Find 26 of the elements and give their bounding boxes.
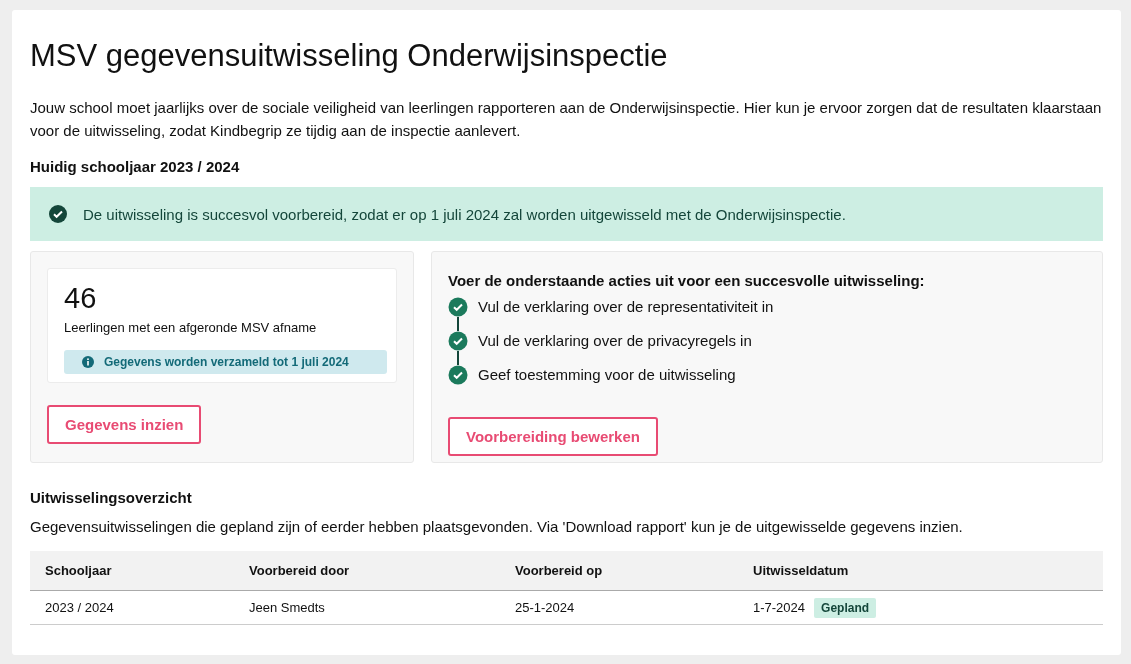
actions-heading: Voer de onderstaande acties uit voor een succesvolle uitwisseling: <box>448 272 925 289</box>
alert-text: De uitwisseling is succesvol voorbereid, zodat er op 1 juli 2024 zal worden uitgewisseld met de Onderwijsinspectie. <box>83 205 846 223</box>
intro-text: Jouw school moet jaarlijks over de sociale veiligheid van leerlingen rapporteren aan de Onderwijsinspectie. Hier kun je ervoor zorgen dat de resultaten klaarstaan voor de uitwisseling, zodat Kindbegrip ze tijdig aan de inspectie aanlevert. <box>30 98 1103 141</box>
stat-value: 46 <box>64 281 98 315</box>
step-label: Geef toestemming voor de uitwisseling <box>478 365 736 385</box>
step-label: Vul de verklaring over de representativiteit in <box>478 297 774 317</box>
info-icon <box>82 356 94 368</box>
table-cell: 25-1-2024 <box>515 600 575 615</box>
column-header: Voorbereid door <box>234 551 500 591</box>
edit-preparation-button[interactable]: Voorbereiding bewerken <box>448 417 658 456</box>
column-header: Schooljaar <box>30 551 234 591</box>
table-cell: 1-7-2024 <box>753 600 806 615</box>
section-heading: Uitwisselingsoverzicht <box>30 489 193 506</box>
table-cell: 2023 / 2024 <box>45 600 114 615</box>
step-label: Vul de verklaring over de privacyregels in <box>478 331 752 351</box>
section-heading: Huidig schooljaar 2023 / 2024 <box>30 158 241 175</box>
column-header: Voorbereid op <box>500 551 738 591</box>
view-data-button[interactable]: Gegevens inzien <box>47 405 202 444</box>
status-tag: Gepland <box>814 598 877 618</box>
column-header: Uitwisseldatum <box>738 551 1103 591</box>
info-text: Gegevens worden verzameld tot 1 juli 2024 <box>104 355 349 369</box>
check-circle-icon <box>49 205 67 223</box>
table-cell: Jeen Smedts <box>249 600 325 615</box>
stat-label: Leerlingen met een afgeronde MSV afname <box>64 320 318 335</box>
page-title: MSV gegevensuitwisseling Onderwijsinspectie <box>30 38 669 74</box>
overview-description: Gegevensuitwisselingen die gepland zijn of eerder hebben plaatsgevonden. Via 'Download rapport' kun je de uitgewisselde gegevens inzien. <box>30 518 964 535</box>
